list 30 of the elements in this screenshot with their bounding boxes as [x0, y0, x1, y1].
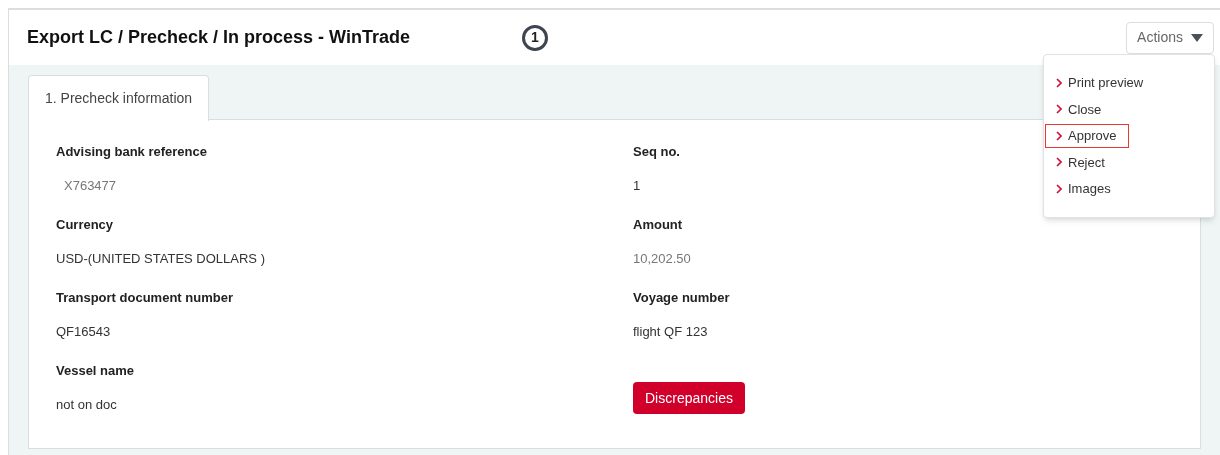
step-badge: 1: [522, 24, 548, 51]
menu-item[interactable]: Close: [1045, 97, 1115, 121]
chevron-icon: [1056, 104, 1062, 115]
field-value: not on doc: [56, 395, 117, 414]
chevron-icon: [1056, 183, 1062, 194]
field-label: Currency: [56, 216, 114, 234]
field-label: Transport document number: [56, 289, 233, 307]
discrepancies-button[interactable]: Discrepancies: [633, 382, 745, 414]
menu-item[interactable]: Approve: [1045, 124, 1130, 148]
caret-icon: [1191, 33, 1203, 42]
field-label: Vessel name: [56, 362, 135, 380]
field-value: X763477: [63, 176, 117, 195]
field-label: Seq no.: [633, 143, 680, 161]
field-label: Amount: [633, 216, 683, 234]
page-title: Export LC / Precheck / In process - WinTrade: [27, 26, 411, 49]
chevron-icon: [1056, 130, 1062, 141]
menu-item[interactable]: Images: [1045, 177, 1124, 201]
field-label: Advising bank reference: [56, 143, 207, 161]
tab[interactable]: 1. Precheck information: [28, 75, 210, 121]
chevron-icon: [1056, 77, 1062, 88]
field-value: QF16543: [56, 322, 111, 341]
field-value: 1: [633, 176, 641, 195]
field-value: USD-(UNITED STATES DOLLARS ): [56, 249, 265, 268]
field-value: flight QF 123: [633, 322, 708, 341]
chevron-icon: [1056, 157, 1062, 168]
field-label: Voyage number: [633, 289, 730, 307]
field-value: 10,202.50: [633, 249, 691, 268]
menu-item[interactable]: Reject: [1045, 150, 1118, 174]
actions-button[interactable]: Actions: [1126, 21, 1214, 54]
menu-item[interactable]: Print preview: [1045, 71, 1157, 95]
